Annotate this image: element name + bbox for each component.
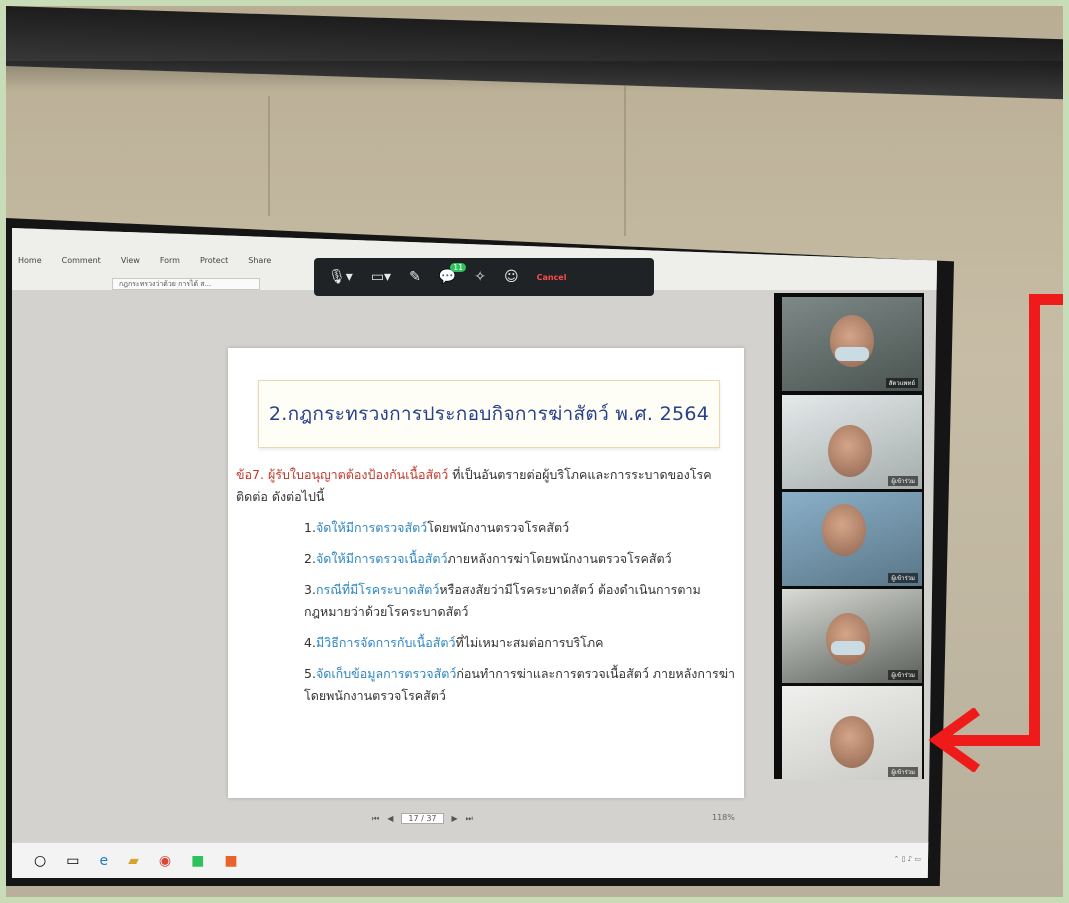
wall-seam <box>624 86 626 236</box>
annotation-arrow-vertical <box>1029 294 1040 746</box>
menu-view[interactable]: View <box>121 256 140 265</box>
arrow-head-icon <box>928 708 980 772</box>
slide-item: 1.จัดให้มีการตรวจสัตว์โดยพนักงานตรวจโรคส… <box>236 517 736 539</box>
slide-body: ข้อ7. ผู้รับใบอนุญาตต้องป้องกันเนื้อสัตว… <box>236 464 736 716</box>
menu-form[interactable]: Form <box>160 256 180 265</box>
effects-icon[interactable]: ✧ <box>474 269 486 285</box>
participant-face <box>822 504 866 556</box>
participant-gallery: สัตวแพทย์ ผู้เข้าร่วม ผู้เข้าร่วม ผู้เข้… <box>774 293 924 780</box>
page-navigator: ⏮ ◀ 17 / 37 ▶ ⏭ <box>372 813 473 824</box>
item-number: 4. <box>304 635 316 650</box>
participant-video-tile[interactable]: ผู้เข้าร่วม <box>782 492 922 586</box>
participant-name: ผู้เข้าร่วม <box>888 573 918 583</box>
item-highlight: กรณีที่มีโรคระบาดสัตว์ <box>315 582 440 597</box>
first-page-icon[interactable]: ⏮ <box>372 814 379 824</box>
participant-video-tile[interactable]: สัตวแพทย์ <box>782 297 922 391</box>
next-page-icon[interactable]: ▶ <box>452 814 458 823</box>
cancel-button[interactable]: Cancel <box>537 273 567 282</box>
edge-browser-icon[interactable]: e <box>99 853 108 869</box>
slide-item: 2.จัดให้มีการตรวจเนื้อสัตว์ภายหลังการฆ่า… <box>236 548 736 570</box>
participant-video-tile[interactable]: ผู้เข้าร่วม <box>782 589 922 683</box>
participant-video-tile[interactable]: ผู้เข้าร่วม <box>782 686 922 780</box>
wall-seam <box>268 96 270 216</box>
zoom-meeting-toolbar: 🎙▾ ▭▾ ✎ 💬 11 ✧ ☺ Cancel <box>314 258 654 296</box>
participant-video-tile[interactable]: ผู้เข้าร่วม <box>782 395 922 489</box>
participant-face <box>830 716 874 768</box>
item-number: 3. <box>304 582 316 597</box>
last-page-icon[interactable]: ⏭ <box>466 814 473 824</box>
participant-name: สัตวแพทย์ <box>885 378 918 388</box>
participant-name: ผู้เข้าร่วม <box>888 476 918 486</box>
slide-item: 3.กรณีที่มีโรคระบาดสัตว์หรือสงสัยว่ามีโร… <box>236 579 736 623</box>
page-number-input[interactable]: 17 / 37 <box>401 813 444 824</box>
item-number: 2. <box>304 551 316 566</box>
slide-item: 4.มีวิธีการจัดการกับเนื้อสัตว์ที่ไม่เหมา… <box>236 632 736 654</box>
pencil-icon[interactable]: ✎ <box>409 269 421 285</box>
system-tray: ⌃ ▯ ♪ ▭ <box>893 855 921 863</box>
pdf-app-icon[interactable]: ■ <box>224 853 237 869</box>
file-explorer-icon[interactable]: ▰ <box>128 853 139 869</box>
slide-title-box: 2.กฎกระทรวงการประกอบกิจการฆ่าสัตว์ พ.ศ. … <box>258 380 720 448</box>
face-mask <box>831 641 865 655</box>
chat-badge: 11 <box>450 263 467 272</box>
chrome-icon[interactable]: ◉ <box>159 853 171 869</box>
participant-name: ผู้เข้าร่วม <box>888 767 918 777</box>
tv-screen: Home Comment View Form Protect Share กฎก… <box>12 228 937 878</box>
room-photo: Home Comment View Form Protect Share กฎก… <box>6 6 1063 897</box>
menu-share[interactable]: Share <box>248 256 271 265</box>
item-highlight: จัดเก็บข้อมูลการตรวจสัตว์ <box>315 666 457 681</box>
face-mask <box>835 347 869 361</box>
zoom-level: 118% <box>712 813 735 822</box>
chat-icon[interactable]: 💬 11 <box>439 263 467 285</box>
item-highlight: จัดให้มีการตรวจสัตว์ <box>315 520 428 535</box>
clause-paragraph: ข้อ7. ผู้รับใบอนุญาตต้องป้องกันเนื้อสัตว… <box>236 464 736 508</box>
search-icon[interactable]: ○ <box>34 853 46 869</box>
item-highlight: มีวิธีการจัดการกับเนื้อสัตว์ <box>315 635 456 650</box>
ribbon-menu: Home Comment View Form Protect Share <box>18 256 271 265</box>
prev-page-icon[interactable]: ◀ <box>387 814 393 823</box>
beam-shadow <box>6 61 1063 91</box>
emoji-icon[interactable]: ☺ <box>504 269 519 285</box>
item-text: ที่ไม่เหมาะสมต่อการบริโภค <box>455 635 604 650</box>
task-view-icon[interactable]: ▭ <box>66 853 79 869</box>
presentation-slide: 2.กฎกระทรวงการประกอบกิจการฆ่าสัตว์ พ.ศ. … <box>228 348 744 798</box>
participant-face <box>826 613 870 665</box>
line-app-icon[interactable]: ■ <box>191 853 204 869</box>
item-number: 5. <box>304 666 316 681</box>
microphone-icon[interactable]: 🎙▾ <box>328 269 353 285</box>
menu-home[interactable]: Home <box>18 256 42 265</box>
participant-face <box>828 425 872 477</box>
video-camera-icon[interactable]: ▭▾ <box>371 269 391 285</box>
menu-protect[interactable]: Protect <box>200 256 228 265</box>
clause-label: ข้อ7. ผู้รับใบอนุญาตต้องป้องกันเนื้อสัตว… <box>236 467 449 482</box>
taskbar-icons: ○ ▭ e ▰ ◉ ■ ■ <box>34 853 238 869</box>
item-text: โดยพนักงานตรวจโรคสัตว์ <box>427 520 570 535</box>
item-highlight: จัดให้มีการตรวจเนื้อสัตว์ <box>315 551 448 566</box>
item-number: 1. <box>304 520 316 535</box>
slide-title: 2.กฎกระทรวงการประกอบกิจการฆ่าสัตว์ พ.ศ. … <box>268 403 710 425</box>
document-tab[interactable]: กฎกระทรวงว่าด้วย การได้ ส... <box>112 278 260 290</box>
menu-comment[interactable]: Comment <box>62 256 101 265</box>
participant-name: ผู้เข้าร่วม <box>888 670 918 680</box>
item-text: ภายหลังการฆ่าโดยพนักงานตรวจโรคสัตว์ <box>447 551 672 566</box>
slide-item: 5.จัดเก็บข้อมูลการตรวจสัตว์ก่อนทำการฆ่าแ… <box>236 663 736 707</box>
windows-taskbar: ○ ▭ e ▰ ◉ ■ ■ ⌃ ▯ ♪ ▭ <box>12 842 937 878</box>
